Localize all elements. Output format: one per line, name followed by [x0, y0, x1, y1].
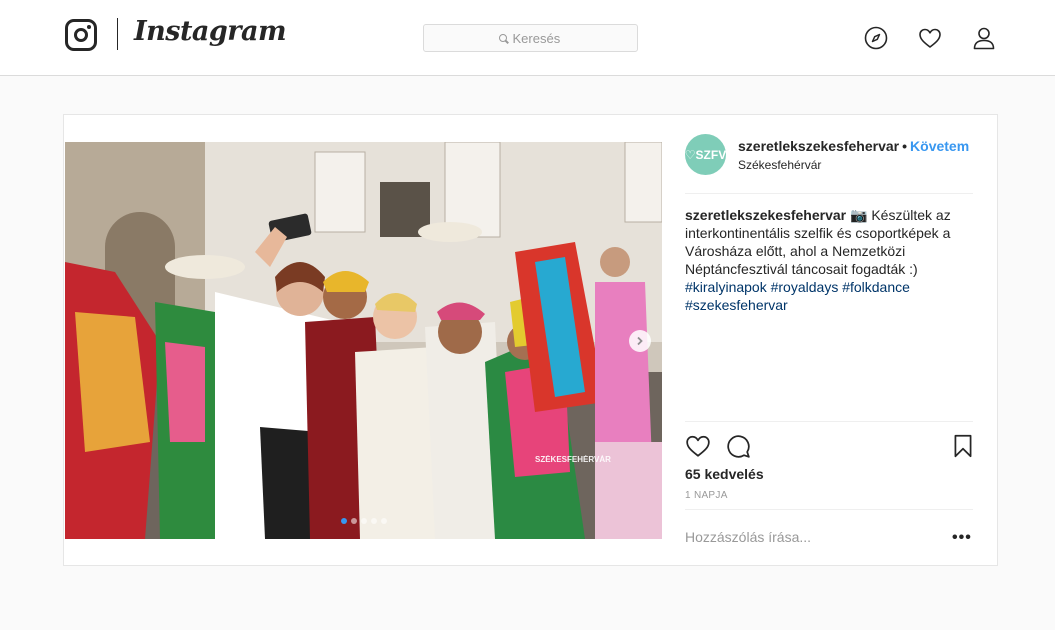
avatar[interactable]: ♡SZFV — [685, 134, 726, 175]
hashtag-link[interactable]: #folkdance — [842, 279, 910, 295]
profile-person-icon[interactable] — [972, 26, 996, 50]
like-heart-icon[interactable] — [685, 433, 711, 459]
save-bookmark-icon[interactable] — [950, 433, 976, 459]
logo-divider — [117, 18, 118, 50]
caption-username-link[interactable]: szeretlekszekesfehervar — [685, 207, 846, 223]
post-username-link[interactable]: szeretlekszekesfehervar — [738, 138, 899, 154]
instagram-wordmark-logo[interactable]: Instagram — [134, 16, 287, 47]
location-link[interactable]: Székesfehérvár — [738, 158, 821, 172]
post-header: szeretlekszekesfehervar • Követem — [738, 138, 969, 154]
camera-emoji: 📷 — [850, 207, 868, 223]
post-photo[interactable]: SZÉKESFEHÉRVÁR — [65, 142, 662, 539]
search-icon — [498, 33, 508, 43]
carousel-indicator — [341, 518, 387, 524]
top-navigation-bar: Instagram — [0, 0, 1055, 76]
hashtag-link[interactable]: #kiralyinapok — [685, 279, 767, 295]
carousel-dot — [341, 518, 347, 524]
divider — [685, 193, 973, 194]
like-count[interactable]: 65 kedvelés — [685, 466, 764, 482]
hashtag-link[interactable]: #royaldays — [771, 279, 839, 295]
post-card: SZÉKESFEHÉRVÁR ♡SZFV szeretlekszekesfehe… — [63, 114, 998, 566]
search-input[interactable] — [512, 30, 563, 46]
photo-watermark: SZÉKESFEHÉRVÁR — [535, 455, 611, 464]
activity-heart-icon[interactable] — [918, 26, 942, 50]
post-date[interactable]: 1 NAPJA — [685, 490, 728, 501]
post-sidebar: ♡SZFV szeretlekszekesfehervar • Követem Sz… — [663, 115, 998, 565]
carousel-dot — [381, 518, 387, 524]
post-caption: szeretlekszekesfehervar 📷 Készültek az i… — [685, 206, 975, 314]
carousel-dot — [371, 518, 377, 524]
follow-button[interactable]: Követem — [910, 138, 969, 154]
search-box[interactable] — [423, 24, 638, 52]
divider — [685, 509, 973, 510]
separator-dot: • — [902, 138, 908, 154]
instagram-camera-logo-icon[interactable] — [65, 19, 97, 51]
carousel-dot — [351, 518, 357, 524]
carousel-dot — [361, 518, 367, 524]
comment-input[interactable] — [685, 529, 935, 545]
explore-compass-icon[interactable] — [864, 26, 888, 50]
next-image-button[interactable] — [629, 330, 651, 352]
hashtag-link[interactable]: #szekesfehervar — [685, 297, 788, 313]
comment-bubble-icon[interactable] — [725, 433, 751, 459]
chevron-right-icon — [637, 336, 643, 346]
more-options-button[interactable]: ••• — [952, 529, 972, 547]
divider — [685, 421, 973, 422]
